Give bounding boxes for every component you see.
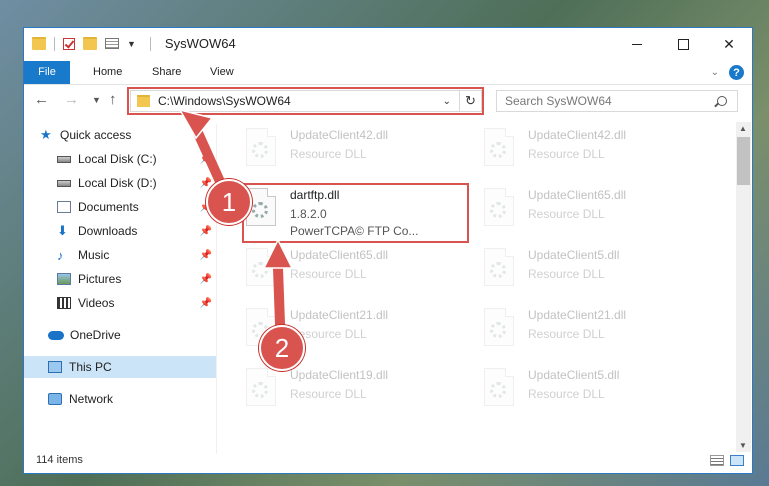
annotation-arrows — [178, 108, 294, 329]
step-2-badge: 2 — [259, 325, 305, 371]
arrow-1-head — [178, 108, 214, 140]
step-1-badge: 1 — [206, 179, 252, 225]
arrow-2-shaft — [273, 263, 285, 329]
arrow-2-head — [262, 238, 294, 269]
